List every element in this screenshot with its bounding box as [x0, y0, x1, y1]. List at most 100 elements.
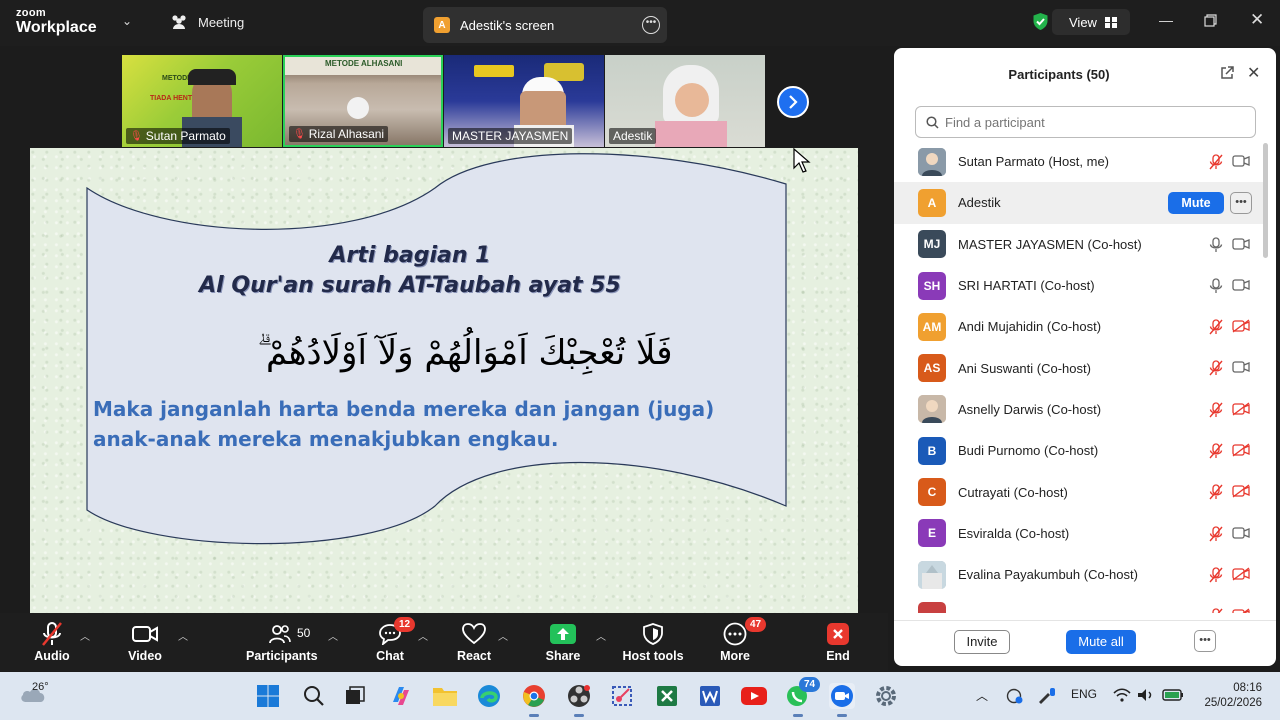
obs-studio-icon[interactable]: [566, 683, 592, 717]
zoom-app-icon[interactable]: [829, 683, 855, 717]
participant-row[interactable]: [894, 595, 1266, 613]
whatsapp-icon[interactable]: 74: [785, 677, 821, 717]
close-panel-icon[interactable]: ✕: [1247, 63, 1260, 83]
chrome-browser-icon[interactable]: [521, 683, 547, 717]
camera-off-icon[interactable]: [1232, 443, 1250, 462]
video-tile-active-speaker[interactable]: METODE ALHASANI 🎙︎ Rizal Alhasani: [283, 55, 443, 147]
chevron-down-icon[interactable]: ⌄: [122, 14, 132, 28]
mute-participant-button[interactable]: Mute: [1168, 192, 1224, 215]
security-shield-icon[interactable]: [1032, 12, 1049, 31]
meeting-tab[interactable]: Meeting: [170, 14, 244, 30]
excel-icon[interactable]: [654, 683, 680, 709]
restore-icon[interactable]: [1204, 14, 1217, 27]
mic-muted-icon[interactable]: [1208, 443, 1224, 464]
share-options-caret[interactable]: ︿: [596, 628, 606, 643]
search-icon[interactable]: [301, 683, 327, 709]
mic-muted-icon[interactable]: [1208, 360, 1224, 381]
chat-button[interactable]: 12 Chat: [374, 617, 416, 663]
pop-out-icon[interactable]: [1220, 66, 1234, 80]
youtube-icon[interactable]: [741, 683, 767, 709]
close-window-icon[interactable]: ✕: [1250, 10, 1264, 30]
camera-icon[interactable]: [1232, 526, 1250, 545]
participant-row[interactable]: B Budi Purnomo (Co-host): [894, 430, 1266, 471]
task-view-icon[interactable]: [342, 683, 368, 709]
settings-gear-icon[interactable]: [873, 683, 899, 709]
language-indicator[interactable]: ENG: [1071, 687, 1097, 701]
more-options-icon[interactable]: •••: [642, 16, 660, 34]
participant-row[interactable]: SH SRI HARTATI (Co-host): [894, 265, 1266, 306]
copilot-icon[interactable]: [388, 683, 414, 709]
more-button[interactable]: 47 More: [717, 617, 767, 663]
audio-button[interactable]: Audio: [30, 619, 74, 663]
camera-icon[interactable]: [1232, 237, 1250, 256]
react-button[interactable]: React: [456, 619, 492, 663]
windows-start-icon[interactable]: [255, 683, 281, 709]
share-button[interactable]: Share: [545, 619, 581, 663]
end-meeting-button[interactable]: End: [823, 619, 853, 663]
audio-options-caret[interactable]: ︿: [80, 628, 90, 643]
participant-more-button[interactable]: •••: [1230, 192, 1252, 215]
participant-row[interactable]: AM Andi Mujahidin (Co-host): [894, 306, 1266, 347]
edge-browser-icon[interactable]: [476, 683, 502, 709]
participant-search[interactable]: [915, 106, 1256, 138]
mute-all-button[interactable]: Mute all: [1066, 630, 1136, 654]
tile-name: MASTER JAYASMEN: [448, 128, 573, 144]
react-options-caret[interactable]: ︿: [498, 628, 508, 643]
next-videos-button[interactable]: [777, 86, 809, 118]
mic-muted-icon[interactable]: [1208, 567, 1224, 588]
participant-row[interactable]: Asnelly Darwis (Co-host): [894, 389, 1266, 430]
camera-off-icon[interactable]: [1232, 567, 1250, 586]
mic-icon[interactable]: [1208, 278, 1224, 299]
snipping-tool-icon[interactable]: [609, 683, 635, 709]
video-tile[interactable]: Adestik: [605, 55, 765, 147]
mic-muted-icon[interactable]: [1208, 484, 1224, 505]
mic-muted-icon[interactable]: [1208, 154, 1224, 175]
pen-input-icon[interactable]: [1036, 687, 1056, 705]
participants-button[interactable]: 50 Participants: [246, 619, 318, 663]
participant-row[interactable]: A Adestik Mute •••: [894, 182, 1266, 224]
tray-overflow-icon[interactable]: ︿: [976, 687, 988, 704]
mic-muted-icon[interactable]: [1208, 402, 1224, 423]
camera-off-icon[interactable]: [1232, 402, 1250, 421]
camera-icon[interactable]: [1232, 278, 1250, 297]
participant-row[interactable]: C Cutrayati (Co-host): [894, 471, 1266, 512]
participant-row[interactable]: Sutan Parmato (Host, me): [894, 141, 1266, 182]
invite-button[interactable]: Invite: [954, 630, 1010, 654]
mic-muted-icon[interactable]: [1208, 319, 1224, 340]
camera-icon[interactable]: [1232, 154, 1250, 173]
participants-options-caret[interactable]: ︿: [328, 628, 338, 643]
minimize-icon[interactable]: —: [1159, 12, 1173, 28]
camera-icon[interactable]: [1232, 360, 1250, 379]
mic-icon[interactable]: [1208, 236, 1224, 258]
participant-row[interactable]: AS Ani Suswanti (Co-host): [894, 347, 1266, 388]
search-input[interactable]: [945, 114, 1235, 130]
camera-off-icon[interactable]: [1232, 484, 1250, 503]
chat-options-caret[interactable]: ︿: [418, 628, 428, 643]
participant-list-scrollbar[interactable]: [1263, 143, 1268, 258]
camera-off-icon[interactable]: [1232, 608, 1250, 613]
zoom-workplace-logo[interactable]: zoom Workplace: [16, 8, 97, 36]
word-icon[interactable]: [697, 683, 723, 709]
video-options-caret[interactable]: ︿: [178, 628, 188, 643]
file-explorer-icon[interactable]: [432, 683, 458, 709]
video-tile[interactable]: METODE AL HASANI TIADA HENTI MENGAJI 🎙︎ …: [122, 55, 282, 147]
wifi-icon[interactable]: [1113, 688, 1131, 702]
battery-charging-icon[interactable]: [1162, 688, 1184, 702]
host-tools-button[interactable]: Host tools: [622, 619, 684, 663]
view-button[interactable]: View: [1052, 9, 1130, 35]
system-clock[interactable]: 08:16 25/02/2026: [1200, 681, 1262, 711]
participant-row[interactable]: E Esviralda (Co-host): [894, 513, 1266, 554]
shared-screen[interactable]: Arti bagian 1 Al Qur'an surah AT-Taubah …: [30, 148, 858, 613]
onedrive-icon[interactable]: [1006, 688, 1024, 704]
participant-row[interactable]: MJ MASTER JAYASMEN (Co-host): [894, 224, 1266, 265]
camera-off-icon[interactable]: [1232, 319, 1250, 338]
mic-muted-icon[interactable]: [1208, 608, 1224, 613]
screen-share-tab[interactable]: A Adestik's screen •••: [423, 7, 667, 43]
volume-icon[interactable]: [1137, 688, 1155, 702]
video-tile[interactable]: MASTER JAYASMEN: [444, 55, 604, 147]
participant-row[interactable]: Evalina Payakumbuh (Co-host): [894, 554, 1266, 595]
video-button[interactable]: Video: [124, 619, 166, 663]
more-options-button[interactable]: •••: [1194, 630, 1216, 652]
mic-muted-icon[interactable]: [1208, 526, 1224, 547]
meeting-toolbar: Audio ︿ Video ︿ 50 Participants ︿ 12 Cha…: [0, 613, 888, 671]
